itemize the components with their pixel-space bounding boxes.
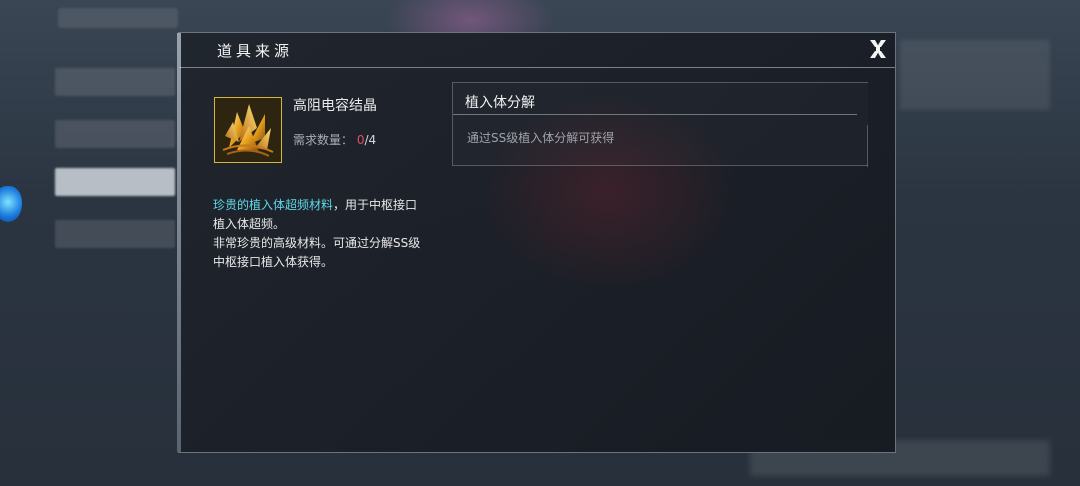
source-panel-edge xyxy=(867,125,868,167)
background-menu-item xyxy=(55,68,175,96)
background-logo xyxy=(58,8,178,28)
requirement-label: 需求数量： xyxy=(293,133,354,147)
background-menu-item-active xyxy=(55,168,175,196)
background-menu-item xyxy=(55,120,175,148)
description-line2: 非常珍贵的高级材料。可通过分解SS级中枢接口植入体获得。 xyxy=(213,236,421,269)
item-source-dialog: 道具来源 高阻电容结晶 需求数量： 0/4 珍贵的植入体超频材料，用于中枢接口植… xyxy=(177,32,896,453)
item-icon-frame[interactable] xyxy=(214,97,282,163)
close-button[interactable] xyxy=(867,38,889,60)
source-title: 植入体分解 xyxy=(465,95,535,111)
close-icon xyxy=(870,40,886,58)
background-panel xyxy=(900,40,1050,110)
item-description: 珍贵的植入体超频材料，用于中枢接口植入体超频。 非常珍贵的高级材料。可通过分解S… xyxy=(213,196,421,272)
source-text: 通过SS级植入体分解可获得 xyxy=(467,131,615,145)
golden-crystal-icon xyxy=(215,98,281,162)
dialog-header: 道具来源 xyxy=(179,33,895,68)
requirement-row: 需求数量： 0/4 xyxy=(293,131,376,148)
background-menu-item xyxy=(55,220,175,248)
dialog-title: 道具来源 xyxy=(217,42,294,60)
requirement-total: /4 xyxy=(364,133,377,147)
item-name: 高阻电容结晶 xyxy=(293,98,377,114)
dialog-edge xyxy=(177,33,181,452)
description-highlight: 珍贵的植入体超频材料 xyxy=(213,198,334,212)
source-divider xyxy=(453,114,857,115)
source-entry[interactable]: 植入体分解 通过SS级植入体分解可获得 xyxy=(452,82,868,167)
